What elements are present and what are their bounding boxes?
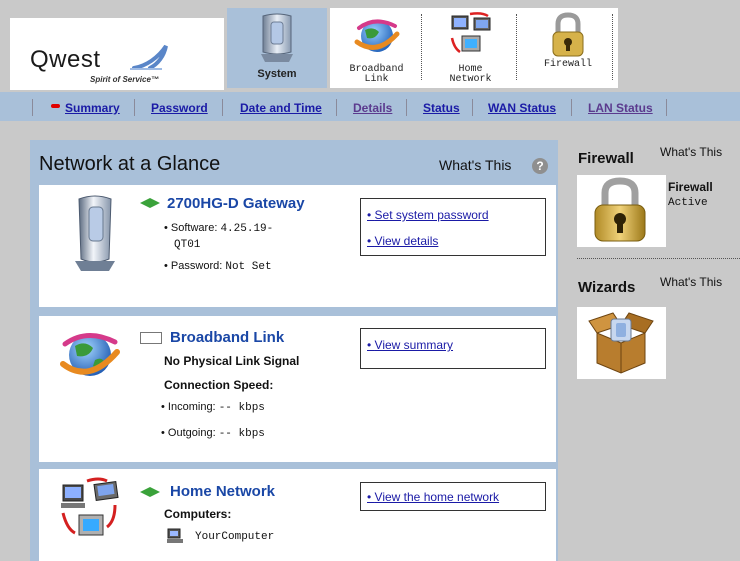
subnav-separator	[32, 99, 33, 116]
wizards-image[interactable]	[577, 307, 666, 379]
tab-divider	[421, 14, 422, 80]
firewall-whats-this-link[interactable]: What's This	[660, 145, 722, 159]
subnav-date-and-time[interactable]: Date and Time	[240, 101, 322, 115]
subnav-separator	[666, 99, 667, 116]
firewall-heading: Firewall	[578, 150, 634, 167]
subnav-summary[interactable]: Summary	[65, 101, 120, 115]
globe-icon	[60, 333, 120, 376]
subnav-separator	[134, 99, 135, 116]
gateway-title: 2700HG-D Gateway	[167, 195, 305, 212]
firewall-status-title: Firewall	[668, 180, 713, 194]
computer-name[interactable]: YourComputer	[195, 531, 274, 543]
logo-tagline: Spirit of Service™	[90, 75, 159, 84]
sub-navigation: Summary Password Date and Time Details S…	[0, 92, 740, 121]
side-divider	[577, 258, 740, 259]
broadband-title: Broadband Link	[170, 329, 285, 346]
tab-broadband-link[interactable]: Broadband Link	[330, 8, 423, 88]
view-home-network-link[interactable]: • View the home network	[367, 490, 499, 504]
connection-speed-label: Connection Speed:	[164, 378, 274, 392]
link-signal-status: No Physical Link Signal	[164, 354, 300, 368]
tab-label: Firewall	[543, 59, 592, 70]
home-network-links-box: • View the home network	[360, 482, 546, 511]
view-details-link[interactable]: • View details	[367, 234, 438, 248]
padlock-icon	[552, 12, 584, 57]
wizards-heading: Wizards	[578, 279, 636, 296]
home-network-card: Home Network Computers: YourComputer • V…	[39, 469, 556, 561]
current-page-marker	[51, 104, 60, 108]
firewall-image[interactable]	[577, 175, 666, 247]
tab-firewall[interactable]: Firewall	[518, 8, 618, 88]
page-title: Network at a Glance	[39, 153, 221, 175]
computer-icon	[167, 528, 183, 543]
tab-system[interactable]: System	[227, 8, 327, 88]
gateway-links-box: • Set system password • View details	[360, 198, 546, 256]
firewall-status-value: Active	[668, 197, 708, 209]
broadband-link-card: Broadband Link No Physical Link Signal C…	[39, 316, 556, 462]
home-network-icon	[450, 12, 490, 54]
home-network-title: Home Network	[170, 483, 276, 500]
home-network-icon	[61, 477, 119, 536]
incoming-speed: • Incoming: -- kbps	[161, 401, 265, 414]
software-version-continued: QT01	[174, 239, 201, 251]
outgoing-speed: • Outgoing: -- kbps	[161, 427, 265, 440]
gateway-icon	[261, 13, 293, 62]
swoosh-icon	[130, 44, 168, 70]
subnav-details[interactable]: Details	[353, 101, 392, 115]
help-icon[interactable]: ?	[532, 158, 548, 174]
subnav-wan-status[interactable]: WAN Status	[488, 101, 556, 115]
wizard-box-icon	[588, 312, 654, 374]
header: Qwest Spirit of Service™ System Broadban…	[0, 0, 740, 92]
subnav-separator	[472, 99, 473, 116]
broadband-links-box: • View summary	[360, 328, 546, 369]
computers-label: Computers:	[164, 507, 232, 521]
gateway-device-icon	[75, 195, 115, 271]
subnav-status[interactable]: Status	[423, 101, 460, 115]
green-arrow-icon	[140, 487, 160, 497]
subnav-separator	[336, 99, 337, 116]
globe-icon	[354, 19, 399, 52]
tab-divider	[612, 14, 613, 80]
tab-label: Home Network	[449, 64, 492, 85]
gateway-card: 2700HG-D Gateway • Software: 4.25.19- QT…	[39, 185, 556, 307]
status-indicator	[140, 332, 162, 344]
password-status: • Password: Not Set	[164, 260, 272, 273]
whats-this-link[interactable]: What's This	[439, 157, 511, 173]
wizards-whats-this-link[interactable]: What's This	[660, 275, 722, 289]
subnav-separator	[571, 99, 572, 116]
subnav-lan-status[interactable]: LAN Status	[588, 101, 653, 115]
subnav-password[interactable]: Password	[151, 101, 208, 115]
network-at-a-glance-panel: Network at a Glance What's This ? 2700HG…	[30, 140, 558, 561]
qwest-logo[interactable]: Qwest Spirit of Service™	[10, 18, 224, 90]
green-arrow-icon	[140, 198, 160, 208]
tab-divider	[516, 14, 517, 80]
view-summary-link[interactable]: • View summary	[367, 338, 453, 352]
tab-home-network[interactable]: Home Network	[423, 8, 518, 88]
software-version: • Software: 4.25.19-	[164, 222, 274, 235]
set-system-password-link[interactable]: • Set system password	[367, 208, 489, 222]
logo-wordmark: Qwest	[30, 46, 101, 73]
tab-label: Broadband Link	[349, 64, 404, 85]
subnav-separator	[406, 99, 407, 116]
padlock-icon	[594, 177, 646, 242]
subnav-separator	[222, 99, 223, 116]
tab-label: System	[257, 68, 297, 80]
